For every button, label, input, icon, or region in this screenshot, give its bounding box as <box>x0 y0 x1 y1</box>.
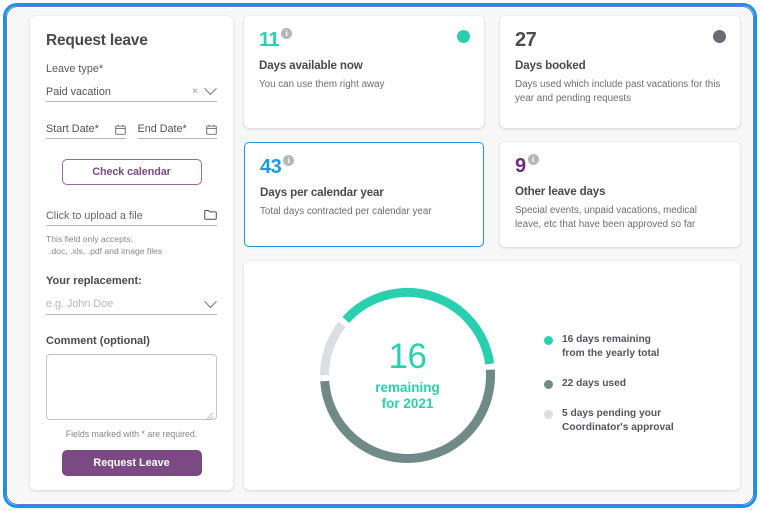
start-date-input[interactable]: Start Date* <box>46 120 126 139</box>
calendar-icon[interactable] <box>206 124 217 135</box>
status-dot <box>457 30 470 43</box>
leave-type-select[interactable]: Paid vacation × <box>46 82 217 102</box>
app-frame: Request leave Leave type* Paid vacation … <box>0 0 760 511</box>
clear-icon[interactable]: × <box>192 86 198 97</box>
stat-value-row: 27 <box>515 30 725 50</box>
legend-label-line2: Coordinator's approval <box>562 422 674 434</box>
stat-card-other-leave[interactable]: 9 i Other leave days Special events, unp… <box>500 142 740 247</box>
stat-title: Days available now <box>259 59 363 72</box>
comment-label: Comment (optional) <box>46 334 150 347</box>
legend-label-line1: 5 days pending your <box>562 408 662 420</box>
status-dot <box>713 30 726 43</box>
stat-value-row: 9 i <box>515 154 725 177</box>
stat-title: Days per calendar year <box>260 186 384 199</box>
stat-title: Days booked <box>515 59 586 72</box>
request-leave-button[interactable]: Request Leave <box>61 449 202 476</box>
legend-label: 5 days pending your Coordinator's approv… <box>562 407 674 435</box>
donut-chart-svg <box>320 288 495 463</box>
stat-card-days-booked[interactable]: 27 Days booked Days used which include p… <box>500 16 740 128</box>
legend-label-line1: 22 days used <box>562 378 626 390</box>
info-icon[interactable]: i <box>281 28 293 39</box>
chart-legend: 16 days remaining from the yearly total … <box>544 333 734 451</box>
legend-label-line1: 16 days remaining <box>562 334 651 345</box>
page-background: Request leave Leave type* Paid vacation … <box>8 8 752 503</box>
stat-description: Days used which include past vacations f… <box>515 79 721 104</box>
upload-hint: This field only accepts: .doc, .xls, .pd… <box>46 233 217 258</box>
stat-value-row: 11 i <box>259 28 469 51</box>
stat-description: You can use them right away <box>259 79 385 90</box>
required-fields-note: Fields marked with * are required. <box>65 428 198 439</box>
info-icon[interactable]: i <box>283 155 295 166</box>
legend-color-swatch <box>544 410 553 420</box>
donut-segment <box>320 321 346 376</box>
stat-value: 9 <box>515 155 526 177</box>
start-date-label: Start Date* <box>46 123 99 135</box>
folder-icon[interactable] <box>204 207 217 225</box>
comment-textarea[interactable] <box>46 353 217 421</box>
stat-value: 27 <box>515 29 537 51</box>
upload-label: Click to upload a file <box>46 209 143 222</box>
file-upload-field[interactable]: Click to upload a file <box>46 206 217 226</box>
page-title: Request leave <box>46 32 148 49</box>
stat-value: 11 <box>259 29 280 51</box>
legend-label: 22 days used <box>562 377 626 391</box>
stat-value: 43 <box>260 156 282 178</box>
donut-chart: 16 remaining for 2021 <box>310 278 505 473</box>
resize-grip-icon[interactable] <box>205 408 214 421</box>
stat-description: Total days contracted per calendar year <box>260 206 432 217</box>
request-leave-form-card: Request leave Leave type* Paid vacation … <box>30 16 233 490</box>
replacement-placeholder: e.g. John Doe <box>46 298 114 311</box>
leave-type-value: Paid vacation <box>46 85 111 98</box>
check-calendar-button[interactable]: Check calendar <box>61 159 202 185</box>
chevron-down-icon[interactable] <box>204 82 217 96</box>
donut-segment <box>320 369 495 463</box>
upload-hint-line2: .doc, .xls, .pdf and image files <box>49 246 163 257</box>
legend-label: 16 days remaining from the yearly total <box>562 333 659 361</box>
chevron-down-icon[interactable] <box>204 295 217 308</box>
legend-color-swatch <box>544 380 553 390</box>
upload-hint-line1: This field only accepts: <box>46 234 133 244</box>
end-date-label: End Date* <box>137 123 187 135</box>
donut-segment <box>342 288 495 365</box>
leave-summary-chart-card: 16 remaining for 2021 16 days remaining … <box>244 261 740 490</box>
stat-title: Other leave days <box>515 185 606 198</box>
replacement-select[interactable]: e.g. John Doe <box>46 295 217 315</box>
replacement-label: Your replacement: <box>46 274 142 287</box>
stat-card-days-available[interactable]: 11 i Days available now You can use them… <box>244 16 484 128</box>
info-icon[interactable]: i <box>527 154 539 165</box>
stat-description: Special events, unpaid vacations, medica… <box>515 205 697 230</box>
legend-color-swatch <box>544 336 553 345</box>
legend-item: 22 days used <box>544 377 734 391</box>
stat-value-row: 43 i <box>260 155 468 178</box>
calendar-icon[interactable] <box>114 124 126 135</box>
legend-item: 5 days pending your Coordinator's approv… <box>544 407 734 435</box>
legend-item: 16 days remaining from the yearly total <box>544 333 734 361</box>
legend-label-line2: from the yearly total <box>562 348 660 360</box>
end-date-input[interactable]: End Date* <box>137 120 217 139</box>
dates-row: Start Date* End Date* <box>46 120 217 139</box>
stat-card-days-per-year[interactable]: 43 i Days per calendar year Total days c… <box>244 142 484 247</box>
leave-type-label: Leave type* <box>46 63 104 75</box>
